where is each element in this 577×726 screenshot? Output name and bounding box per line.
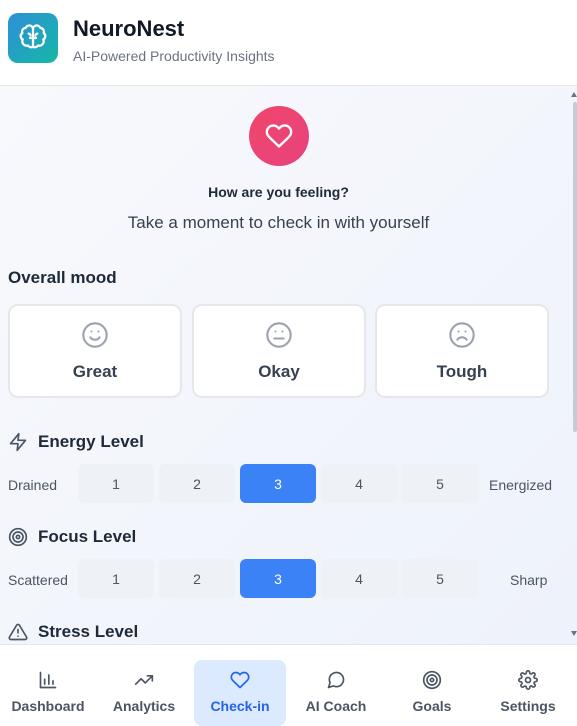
heart-icon (265, 124, 293, 148)
scroll-down-arrow-icon[interactable] (571, 631, 577, 636)
nav-item-dashboard[interactable]: Dashboard (2, 660, 94, 726)
mood-option-okay[interactable]: Okay (192, 304, 366, 398)
nav-label: Analytics (112, 698, 176, 714)
mood-option-label: Okay (258, 362, 300, 381)
energy-option-1[interactable]: 1 (78, 464, 154, 503)
lightning-icon (9, 432, 27, 452)
energy-option-5[interactable]: 5 (402, 464, 478, 503)
energy-level-header: Energy Level (8, 432, 144, 452)
scrollbar-thumb[interactable] (573, 102, 577, 432)
checkin-title: How are you feeling? (208, 184, 349, 200)
gear-icon (518, 670, 538, 690)
scrollbar[interactable] (571, 86, 577, 644)
nav-item-analytics[interactable]: Analytics (98, 660, 190, 726)
energy-high-label: Energized (489, 477, 553, 493)
mood-option-great[interactable]: Great (8, 304, 182, 398)
nav-label: Settings (500, 698, 556, 714)
nav-item-settings[interactable]: Settings (482, 660, 574, 726)
nav-label: Dashboard (11, 698, 85, 714)
overall-mood-title: Overall mood (8, 268, 117, 287)
energy-level-title: Energy Level (38, 432, 144, 451)
mood-option-label: Tough (436, 362, 488, 381)
energy-option-4[interactable]: 4 (321, 464, 397, 503)
app-subtitle: AI-Powered Productivity Insights (73, 48, 275, 64)
focus-high-label: Sharp (510, 572, 548, 588)
mood-option-tough[interactable]: Tough (375, 304, 549, 398)
trending-up-icon (134, 675, 154, 685)
scroll-up-arrow-icon[interactable] (571, 92, 577, 97)
app-logo (8, 13, 58, 63)
target-icon (422, 670, 442, 690)
focus-low-label: Scattered (8, 572, 68, 588)
focus-option-3[interactable]: 3 (240, 559, 316, 598)
heart-icon (230, 671, 250, 689)
nav-label: Goals (412, 698, 452, 714)
focus-level-title: Focus Level (38, 527, 137, 546)
frown-icon (449, 322, 475, 348)
nav-item-goals[interactable]: Goals (386, 660, 478, 726)
checkin-heart-badge (249, 106, 309, 166)
warning-triangle-icon (8, 623, 28, 641)
checkin-subtitle: Take a moment to check in with yourself (127, 213, 430, 232)
chat-bubble-icon (327, 671, 345, 689)
focus-level-header: Focus Level (8, 527, 136, 547)
bar-chart-icon (39, 671, 57, 689)
bottom-nav: Dashboard Analytics Check-in AI Coach Go… (0, 644, 577, 726)
app-header: NeuroNest AI-Powered Productivity Insigh… (0, 0, 577, 86)
brain-icon (19, 24, 47, 49)
focus-option-2[interactable]: 2 (159, 559, 235, 598)
energy-option-3[interactable]: 3 (240, 464, 316, 503)
nav-label: AI Coach (305, 698, 367, 714)
stress-level-title: Stress Level (38, 622, 139, 641)
focus-option-1[interactable]: 1 (78, 559, 154, 598)
mood-option-label: Great (72, 362, 118, 381)
target-icon (8, 527, 28, 547)
smile-icon (82, 322, 108, 348)
nav-label: Check-in (210, 698, 270, 714)
nav-item-ai-coach[interactable]: AI Coach (290, 660, 382, 726)
checkin-panel[interactable]: How are you feeling? Take a moment to ch… (0, 86, 577, 644)
app-title: NeuroNest (73, 16, 185, 41)
nav-item-check-in[interactable]: Check-in (194, 660, 286, 726)
energy-low-label: Drained (8, 477, 58, 493)
stress-level-header: Stress Level (8, 622, 138, 642)
focus-option-5[interactable]: 5 (402, 559, 478, 598)
neutral-face-icon (266, 322, 292, 348)
energy-option-2[interactable]: 2 (159, 464, 235, 503)
focus-option-4[interactable]: 4 (321, 559, 397, 598)
